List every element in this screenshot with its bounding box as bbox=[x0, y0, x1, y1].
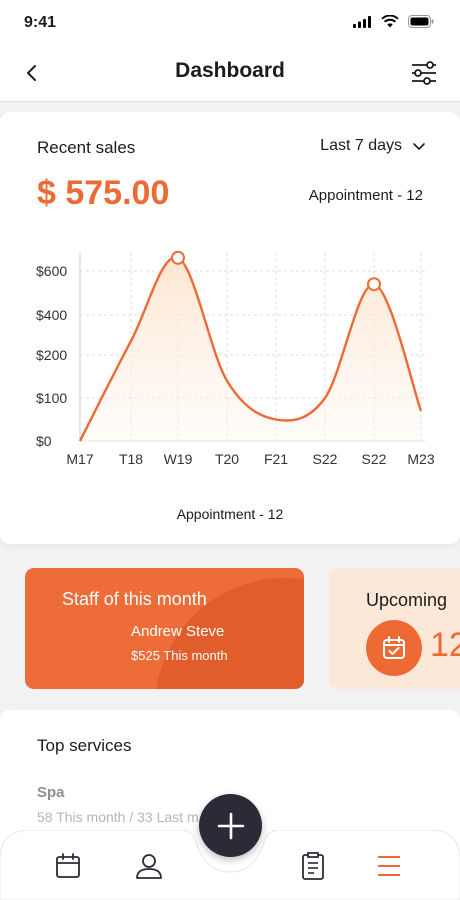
clipboard-icon bbox=[302, 852, 324, 880]
appointment-count-top: Appointment - 12 bbox=[308, 187, 423, 204]
appointment-count-bottom: Appointment - 12 bbox=[176, 506, 284, 522]
upcoming-heading: Upcoming bbox=[366, 590, 448, 610]
summary-cards-row: Staff of this month Andrew Steve $525 Th… bbox=[0, 556, 460, 706]
signal-icon bbox=[353, 15, 371, 28]
staff-card-heading: Staff of this month bbox=[62, 589, 207, 609]
x-tick-label: W19 bbox=[164, 451, 193, 467]
x-tick-label: M23 bbox=[407, 451, 434, 467]
y-tick-label: $400 bbox=[36, 307, 67, 323]
status-bar: 9:41 bbox=[0, 0, 460, 46]
date-range-label: Last 7 days bbox=[320, 137, 402, 154]
tab-reports[interactable] bbox=[296, 849, 330, 883]
service-stats: 58 This month / 33 Last m bbox=[37, 809, 199, 825]
x-tick-label: T20 bbox=[215, 451, 239, 467]
chart-point-marker bbox=[367, 277, 381, 292]
nav-bar: Dashboard bbox=[0, 46, 460, 102]
staff-amount: $525 This month bbox=[131, 648, 228, 663]
y-tick-label: $600 bbox=[36, 263, 67, 279]
x-tick-label: T18 bbox=[119, 451, 143, 467]
x-tick-label: S22 bbox=[362, 451, 387, 467]
sales-line-chart: $0 $100 $200 $400 $600 M17 T18 W19 T20 F21 S22 S22… bbox=[36, 250, 435, 467]
date-range-dropdown[interactable]: Last 7 days bbox=[320, 137, 426, 155]
user-icon bbox=[136, 854, 162, 879]
status-time: 9:41 bbox=[24, 14, 57, 31]
plus-icon bbox=[217, 812, 244, 839]
sliders-icon[interactable] bbox=[410, 60, 438, 86]
staff-of-month-card[interactable]: Staff of this month Andrew Steve $525 Th… bbox=[25, 568, 304, 689]
x-tick-label: M17 bbox=[66, 451, 93, 467]
tab-menu[interactable] bbox=[372, 849, 406, 883]
upcoming-card[interactable]: Upcoming 12 bbox=[329, 568, 460, 689]
add-button[interactable] bbox=[199, 794, 262, 857]
upcoming-count: 12 bbox=[430, 626, 460, 664]
calendar-icon bbox=[56, 853, 80, 878]
recent-sales-card: Recent sales Last 7 days $ 575.00 Appoin… bbox=[0, 112, 460, 544]
x-tick-label: F21 bbox=[264, 451, 288, 467]
chevron-down-icon bbox=[413, 142, 425, 150]
chart-point-marker bbox=[171, 250, 185, 265]
y-tick-label: $100 bbox=[36, 390, 67, 406]
tab-calendar[interactable] bbox=[51, 849, 85, 883]
battery-icon bbox=[408, 15, 434, 28]
staff-name: Andrew Steve bbox=[131, 623, 225, 640]
sales-amount: $ 575.00 bbox=[37, 174, 170, 212]
y-tick-label: $0 bbox=[36, 433, 52, 449]
wifi-icon bbox=[381, 15, 399, 28]
top-services-title: Top services bbox=[37, 736, 132, 755]
calendar-check-icon bbox=[366, 620, 422, 676]
x-tick-label: S22 bbox=[313, 451, 338, 467]
menu-icon bbox=[378, 856, 400, 876]
tab-profile[interactable] bbox=[132, 849, 166, 883]
service-name: Spa bbox=[37, 784, 65, 801]
page-title: Dashboard bbox=[175, 59, 285, 82]
y-tick-label: $200 bbox=[36, 347, 67, 363]
recent-sales-title: Recent sales bbox=[37, 138, 136, 157]
status-icons bbox=[353, 15, 434, 28]
